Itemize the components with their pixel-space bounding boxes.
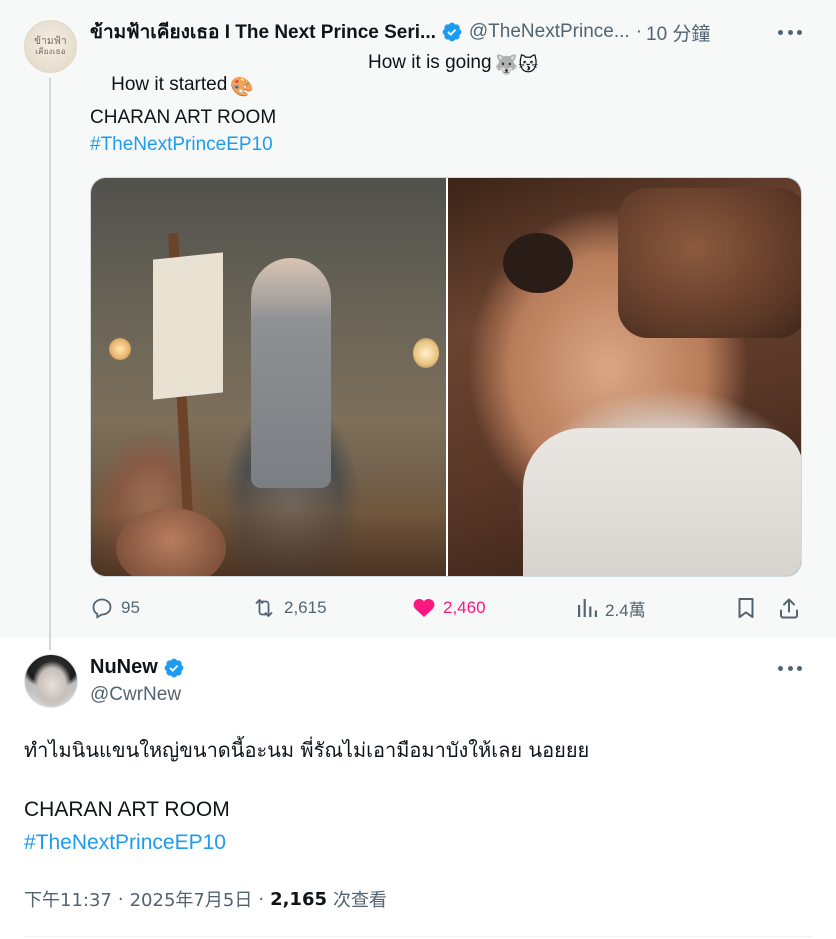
tweet-date[interactable]: 2025年7月5日 <box>130 886 253 912</box>
image-canvas-shape <box>153 252 223 400</box>
main-avatar[interactable] <box>24 654 78 708</box>
main-caption-title: CHARAN ART ROOM <box>24 798 230 821</box>
views-button[interactable]: 2.4萬 <box>576 594 646 622</box>
like-count: 2,460 <box>443 598 486 617</box>
more-options-icon[interactable] <box>778 22 802 42</box>
tweet-views-count: 2,165 <box>270 888 327 910</box>
thread-connector-line <box>49 78 51 650</box>
meta-separator: · <box>117 888 124 910</box>
parent-tweet-header: ข้ามฟ้าเคียงเธอ I The Next Prince Seri..… <box>90 19 710 45</box>
parent-action-bar: 95 2,615 2,460 2.4萬 <box>90 594 802 622</box>
avatar-logo-subtext: เคียงเธอ <box>35 46 66 56</box>
caption-right: How it is going 🐺😽 <box>368 52 538 77</box>
caption-right-text: How it is going <box>368 52 492 73</box>
repost-count: 2,615 <box>284 598 327 617</box>
palette-emoji-icon: 🎨 <box>230 77 254 98</box>
parent-caption-title: CHARAN ART ROOM <box>90 107 277 128</box>
image-lamp-glow <box>109 338 131 360</box>
image-blanket-shape <box>523 428 801 576</box>
header-separator: · <box>635 21 643 42</box>
verified-badge-icon[interactable] <box>163 657 185 679</box>
parent-hashtag-link[interactable]: #TheNextPrinceEP10 <box>90 134 273 156</box>
image-lamp-glow <box>413 338 439 368</box>
parent-media-grid <box>90 177 802 577</box>
tweet-metadata: 下午11:37 · 2025年7月5日 · 2,165 次查看 <box>24 886 387 912</box>
image-hair-shape <box>503 233 573 293</box>
parent-display-name[interactable]: ข้ามฟ้าเคียงเธอ I The Next Prince Seri..… <box>90 17 436 47</box>
share-button[interactable] <box>778 594 800 622</box>
tweet-views-label: 次查看 <box>333 890 387 911</box>
caption-left: How it started 🎨 <box>111 74 254 98</box>
parent-timestamp[interactable]: 10 分鐘 <box>646 19 710 46</box>
like-button[interactable]: 2,460 <box>412 594 486 622</box>
more-options-icon[interactable] <box>778 658 802 678</box>
painting-scene-image[interactable] <box>91 178 446 576</box>
reply-button[interactable]: 95 <box>90 594 140 622</box>
avatar-logo-text: ข้ามฟ้า <box>34 35 67 47</box>
parent-tweet[interactable]: ข้ามฟ้า เคียงเธอ ข้ามฟ้าเคียงเธอ I The N… <box>0 0 836 650</box>
main-hashtag-link[interactable]: #TheNextPrinceEP10 <box>24 831 226 855</box>
repost-button[interactable]: 2,615 <box>251 594 327 622</box>
parent-handle[interactable]: @TheNextPrince... <box>469 21 630 43</box>
verified-badge-icon[interactable] <box>441 21 463 43</box>
parent-caption-line: How it started 🎨 How it is going 🐺😽 <box>90 52 538 143</box>
bookmark-icon <box>738 598 754 618</box>
analytics-bar-icon <box>578 599 597 617</box>
bookmark-button[interactable] <box>736 594 756 622</box>
meta-separator: · <box>258 888 265 910</box>
share-icon <box>780 598 798 619</box>
main-handle[interactable]: @CwrNew <box>90 684 181 706</box>
heart-filled-icon <box>413 598 435 617</box>
views-count: 2.4萬 <box>605 600 646 620</box>
divider <box>24 936 812 937</box>
main-display-name[interactable]: NuNew <box>90 656 158 679</box>
tweet-time[interactable]: 下午11:37 <box>24 886 112 912</box>
wolf-kissing-cat-emoji-icon: 🐺😽 <box>494 55 539 76</box>
sofa-scene-image[interactable] <box>448 178 801 576</box>
reply-count: 95 <box>121 598 140 617</box>
image-painter-figure <box>251 258 331 488</box>
parent-avatar[interactable]: ข้ามฟ้า เคียงเธอ <box>24 20 77 73</box>
caption-left-text: How it started <box>111 74 228 95</box>
main-name-row: NuNew <box>90 656 185 679</box>
repost-icon <box>255 599 273 617</box>
image-sofa-shape <box>618 188 801 338</box>
reply-icon <box>92 598 112 619</box>
main-tweet-text: ทำไมนินแขนใหญ่ขนาดนี้อะนม พี่รัณไม่เอามื… <box>24 738 590 762</box>
